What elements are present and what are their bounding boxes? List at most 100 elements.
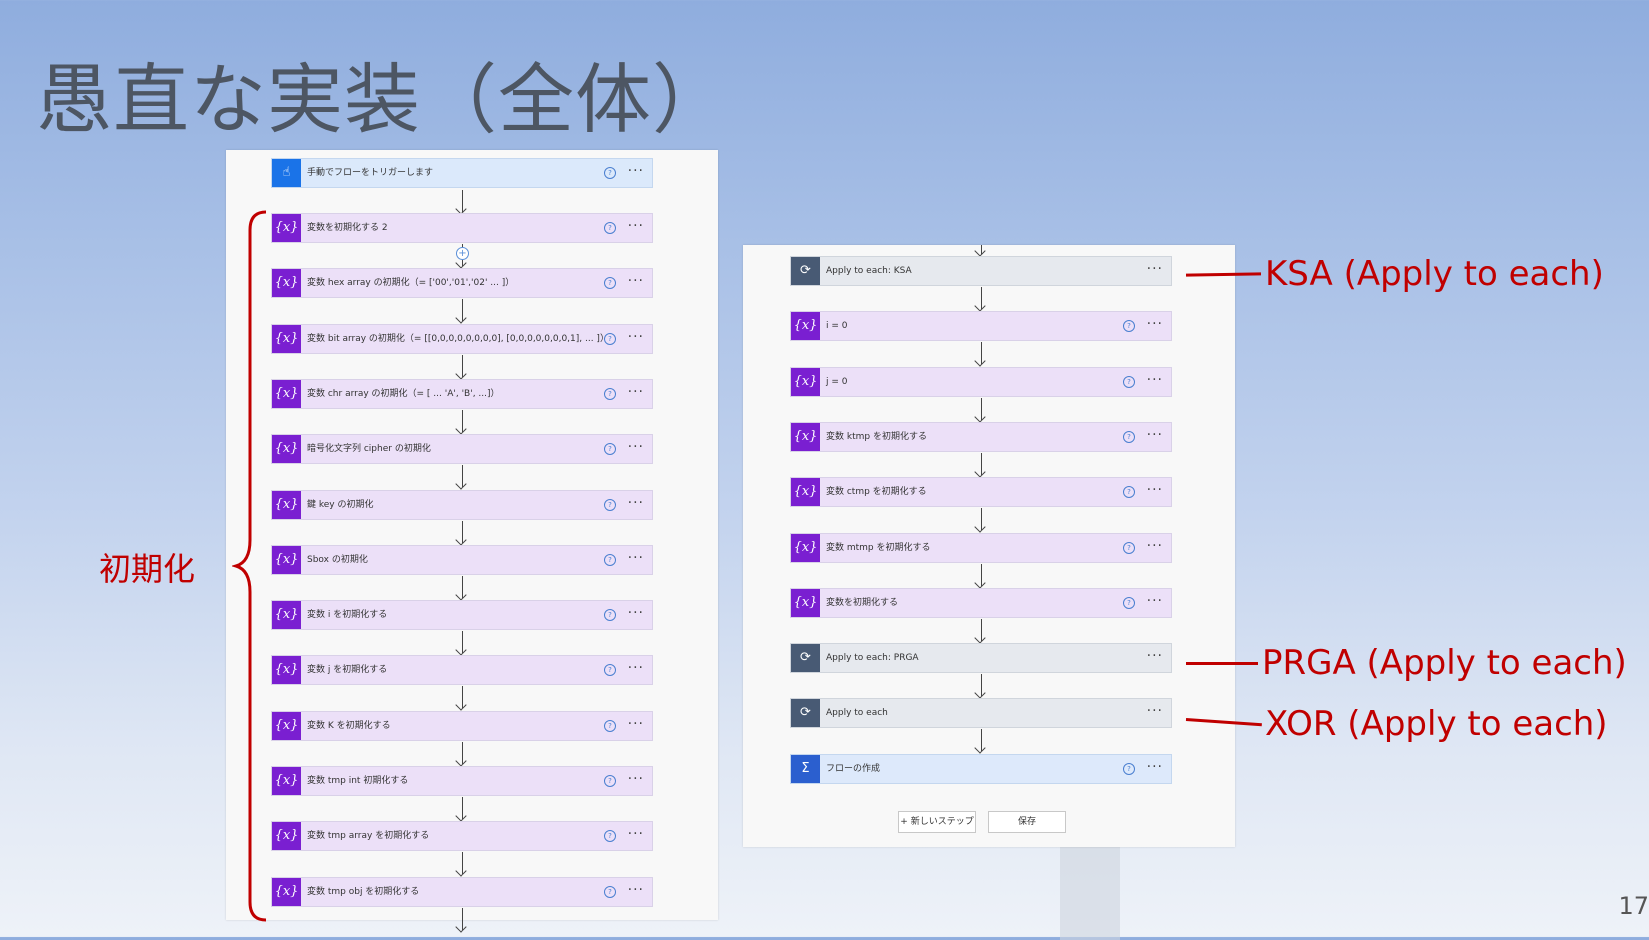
variable-step-card[interactable]: {x} 変数 chr array の初期化（= [ ... 'A', 'B', .… [271,378,653,409]
help-icon[interactable]: ? [604,167,616,179]
variable-step-card[interactable]: {x} 鍵 key の初期化? ··· [271,489,653,520]
step-label: 変数 ktmp を初期化する [826,431,927,442]
loop-icon: ⟳ [791,644,820,673]
help-icon[interactable]: ? [1123,541,1135,554]
variable-icon: {x} [791,588,820,617]
step-label: 変数 chr array の初期化（= [ ... 'A', 'B', ...]… [307,388,500,399]
variable-icon: {x} [791,312,820,341]
variable-step-card[interactable]: {x} 変数 K を初期化する? ··· [271,710,653,741]
step-label: Apply to each: PRGA [826,653,919,664]
help-icon[interactable]: ? [604,222,616,234]
trigger-step-card[interactable]: ☝ 手動でフローをトリガーします? ··· [271,158,653,188]
step-label: 変数 hex array の初期化（= ['00','01','02' ... … [307,278,515,289]
apply-to-each-card[interactable]: ⟳ Apply to each: KSA ··· [790,256,1172,286]
connector-arrow [462,354,463,377]
more-options-icon[interactable]: ··· [1147,312,1163,336]
variable-step-card[interactable]: {x} 変数 tmp array を初期化する? ··· [271,821,653,852]
connector-arrow [981,674,982,697]
step-label: 変数 tmp int 初期化する [307,776,409,786]
prga-pointer-line [1186,662,1258,665]
step-label: 変数 i を初期化する [307,610,388,621]
variable-step-card[interactable]: {x} 変数 mtmp を初期化する? ··· [790,532,1172,563]
more-options-icon[interactable]: ··· [628,325,644,349]
variable-icon: {x} [272,822,301,851]
variable-icon: {x} [272,711,301,740]
more-options-icon[interactable]: ··· [1147,589,1163,613]
compose-step-card[interactable]: Σ フローの作成? ··· [790,753,1172,784]
connector-arrow [462,299,463,322]
help-icon[interactable]: ? [604,332,616,345]
help-icon[interactable]: ? [604,775,616,787]
variable-step-card[interactable]: {x} 変数を初期化する? ··· [790,587,1172,618]
more-options-icon[interactable]: ··· [628,380,644,404]
variable-step-card[interactable]: {x} 変数 j を初期化する? ··· [271,655,653,686]
step-label: 変数 mtmp を初期化する [826,542,931,553]
help-icon[interactable]: ? [604,885,616,898]
variable-step-card[interactable]: {x} 暗号化文字列 cipher の初期化? ··· [271,434,653,465]
help-icon[interactable]: ? [1123,762,1135,775]
variable-step-card[interactable]: {x} 変数を初期化する 2? ··· [271,213,653,243]
connector-arrow [981,618,982,641]
variable-step-card[interactable]: {x} 変数 tmp obj を初期化する? ··· [271,876,653,907]
variable-icon: {x} [791,367,820,396]
apply-to-each-card[interactable]: ⟳ Apply to each: PRGA ··· [790,643,1172,674]
help-icon[interactable]: ? [604,498,616,511]
more-options-icon[interactable]: ··· [628,491,644,515]
more-options-icon[interactable]: ··· [628,214,644,238]
more-options-icon[interactable]: ··· [628,878,644,902]
more-options-icon[interactable]: ··· [628,269,644,293]
step-label: Apply to each [826,708,888,719]
loop-icon: ⟳ [791,699,820,728]
help-icon[interactable]: ? [1123,486,1135,499]
more-options-icon[interactable]: ··· [1147,644,1163,668]
connector-arrow [462,465,463,488]
help-icon[interactable]: ? [604,609,616,622]
help-icon[interactable]: ? [604,719,616,732]
more-options-icon[interactable]: ··· [1147,534,1163,558]
variable-step-card[interactable]: {x} 変数 i を初期化する? ··· [271,600,653,631]
more-options-icon[interactable]: ··· [628,601,644,625]
help-icon[interactable]: ? [1123,320,1135,333]
apply-to-each-card[interactable]: ⟳ Apply to each ··· [790,698,1172,729]
variable-step-card[interactable]: {x} i = 0? ··· [790,311,1172,342]
xor-annotation: XOR (Apply to each) [1265,704,1608,744]
more-options-icon[interactable]: ··· [628,656,644,680]
more-options-icon[interactable]: ··· [628,435,644,459]
prga-annotation: PRGA (Apply to each) [1262,643,1627,683]
more-options-icon[interactable]: ··· [1147,478,1163,502]
help-icon[interactable]: ? [604,387,616,400]
more-options-icon[interactable]: ··· [1147,257,1163,281]
help-icon[interactable]: ? [1123,430,1135,443]
more-options-icon[interactable]: ··· [628,546,644,570]
variable-step-card[interactable]: {x} 変数 bit array の初期化（= [[0,0,0,0,0,0,0,0… [271,323,653,354]
help-icon[interactable]: ? [1123,375,1135,388]
variable-icon: {x} [272,435,301,464]
new-step-button[interactable]: + 新しいステップ [898,811,976,833]
connector-arrow [981,397,982,420]
connector-arrow [981,342,982,365]
variable-step-card[interactable]: {x} 変数 hex array の初期化（= ['00','01','02' .… [271,268,653,299]
help-icon[interactable]: ? [604,664,616,677]
help-icon[interactable]: ? [604,553,616,566]
variable-step-card[interactable]: {x} 変数 tmp int 初期化する? ··· [271,766,653,796]
variable-step-card[interactable]: {x} j = 0? ··· [790,366,1172,397]
help-icon[interactable]: ? [604,830,616,843]
save-button[interactable]: 保存 [988,811,1066,833]
variable-step-card[interactable]: {x} 変数 ktmp を初期化する? ··· [790,421,1172,452]
more-options-icon[interactable]: ··· [628,159,644,183]
more-options-icon[interactable]: ··· [628,767,644,791]
step-label: 変数 tmp array を初期化する [307,831,430,842]
variable-step-card[interactable]: {x} 変数 ctmp を初期化する? ··· [790,477,1172,508]
help-icon[interactable]: ? [604,277,616,290]
more-options-icon[interactable]: ··· [1147,755,1163,779]
variable-step-card[interactable]: {x} Sbox の初期化? ··· [271,544,653,575]
more-options-icon[interactable]: ··· [628,712,644,736]
help-icon[interactable]: ? [1123,596,1135,609]
more-options-icon[interactable]: ··· [1147,368,1163,392]
more-options-icon[interactable]: ··· [628,822,644,846]
more-options-icon[interactable]: ··· [1147,423,1163,447]
step-label: フローの作成 [826,763,881,774]
help-icon[interactable]: ? [604,443,616,456]
insert-step-icon[interactable]: + [456,247,469,260]
more-options-icon[interactable]: ··· [1147,699,1163,723]
